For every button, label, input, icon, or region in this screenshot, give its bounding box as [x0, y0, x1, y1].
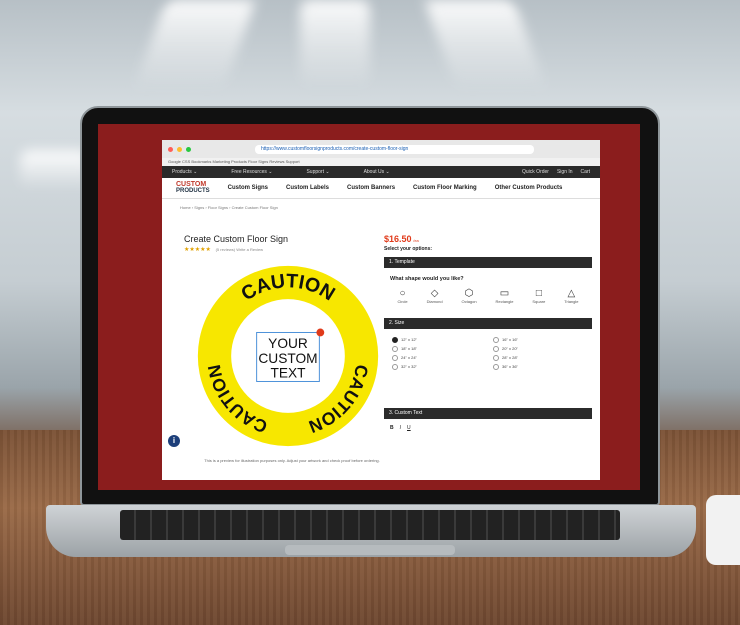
radio-icon: [392, 364, 398, 370]
price: $16.50: [384, 234, 412, 244]
sign-in-link[interactable]: Sign In: [557, 169, 573, 175]
ceiling-light: [300, 0, 370, 90]
underline-icon[interactable]: U: [407, 425, 411, 431]
breadcrumb: Home › Signs › Floor Signs › Create Cust…: [180, 205, 278, 210]
shape-options: ○ Circle ◇ Diamond ⬡ Octagon ▭ Rectangle □ Sq…: [384, 288, 592, 304]
topnav-about[interactable]: About Us ⌄: [364, 169, 390, 175]
shape-circle[interactable]: ○ Circle: [397, 288, 407, 304]
section-size[interactable]: 2. Size: [384, 318, 592, 329]
browser-window: https://www.customfloorsignproducts.com/…: [162, 140, 600, 480]
square-icon: □: [535, 288, 542, 299]
radio-selected-icon: [392, 337, 398, 343]
shape-question: What shape would you like?: [390, 276, 464, 282]
select-options-label: Select your options:: [384, 246, 433, 252]
radio-icon: [392, 355, 398, 361]
rating-stars: ★★★★★ (5 reviews) Write a Review: [184, 246, 263, 253]
section-template[interactable]: 1. Template: [384, 257, 592, 268]
triangle-icon: △: [567, 288, 576, 299]
ceiling-light: [133, 0, 257, 90]
italic-icon[interactable]: I: [400, 425, 401, 431]
octagon-icon: ⬡: [464, 288, 474, 299]
brand-line2: PRODUCTS: [176, 188, 210, 194]
options-panel: $16.50 /ea Select your options: 1. Templ…: [384, 234, 592, 437]
maximize-dot[interactable]: [186, 146, 191, 152]
text-toolbar: B I U: [384, 419, 592, 437]
address-bar[interactable]: https://www.customfloorsignproducts.com/…: [255, 144, 534, 154]
preview-disclaimer: This is a preview for illustration purpo…: [204, 458, 380, 463]
close-dot[interactable]: [168, 146, 173, 152]
custom-text-line1: YOUR: [268, 336, 308, 351]
nav-floor-marking[interactable]: Custom Floor Marking: [413, 185, 477, 191]
reviews-link[interactable]: (5 reviews) Write a Review: [216, 247, 264, 252]
ceiling-light: [423, 0, 547, 90]
main-nav: CUSTOM PRODUCTS Custom Signs Custom Labe…: [162, 178, 600, 199]
sign-preview[interactable]: CAUTION CAUTION CAUTION YOUR CUSTOM TEXT: [190, 258, 386, 454]
cart-link[interactable]: Cart: [581, 169, 590, 175]
topnav-resources[interactable]: Free Resources ⌄: [231, 169, 272, 175]
custom-text-line2: CUSTOM: [258, 351, 317, 366]
brand-line1: CUSTOM: [176, 181, 207, 188]
nav-custom-signs[interactable]: Custom Signs: [228, 185, 268, 191]
minimize-dot[interactable]: [177, 146, 182, 152]
top-nav: Products ⌄ Free Resources ⌄ Support ⌄ Ab…: [162, 166, 600, 178]
size-option[interactable]: 32" x 32": [392, 364, 483, 370]
size-option[interactable]: 16" x 16": [493, 337, 584, 343]
radio-icon: [493, 346, 499, 352]
topnav-products[interactable]: Products ⌄: [172, 169, 197, 175]
size-option[interactable]: 28" x 28": [493, 355, 584, 361]
radio-icon: [493, 355, 499, 361]
size-options: 12" x 12" 16" x 16" 18" x 18" 20" x 20" …: [384, 329, 592, 378]
size-option[interactable]: 24" x 24": [392, 355, 483, 361]
info-icon[interactable]: i: [168, 435, 180, 447]
shape-triangle[interactable]: △ Triangle: [564, 288, 578, 304]
size-option[interactable]: 12" x 12": [392, 337, 483, 343]
browser-toolbar: https://www.customfloorsignproducts.com/…: [162, 140, 600, 158]
price-unit: /ea: [413, 238, 419, 243]
size-option[interactable]: 20" x 20": [493, 346, 584, 352]
white-object: [706, 495, 740, 565]
radio-icon: [392, 346, 398, 352]
page-title: Create Custom Floor Sign: [184, 234, 289, 244]
keyboard: [120, 510, 620, 540]
diamond-icon: ◇: [430, 288, 439, 299]
stars-icon: ★★★★★: [184, 247, 211, 253]
rectangle-icon: ▭: [499, 288, 510, 299]
circle-icon: ○: [399, 288, 406, 299]
custom-text-line3: TEXT: [270, 366, 306, 381]
size-option[interactable]: 18" x 18": [392, 346, 483, 352]
topnav-support[interactable]: Support ⌄: [306, 169, 329, 175]
shape-square[interactable]: □ Square: [532, 288, 545, 304]
nav-custom-banners[interactable]: Custom Banners: [347, 185, 395, 191]
radio-icon: [493, 337, 499, 343]
section-custom-text[interactable]: 3. Custom Text: [384, 408, 592, 419]
size-option[interactable]: 36" x 36": [493, 364, 584, 370]
bookmarks-bar: Google CSS Bookmarks Marketing Products …: [162, 158, 600, 166]
brand-logo[interactable]: CUSTOM PRODUCTS: [176, 181, 210, 194]
shape-rectangle[interactable]: ▭ Rectangle: [495, 288, 513, 304]
bold-icon[interactable]: B: [390, 425, 394, 431]
nav-other-products[interactable]: Other Custom Products: [495, 185, 563, 191]
shape-diamond[interactable]: ◇ Diamond: [427, 288, 443, 304]
delete-text-icon[interactable]: [316, 328, 325, 337]
quick-order-link[interactable]: Quick Order: [522, 169, 549, 175]
trackpad: [285, 545, 455, 555]
nav-custom-labels[interactable]: Custom Labels: [286, 185, 329, 191]
radio-icon: [493, 364, 499, 370]
shape-octagon[interactable]: ⬡ Octagon: [461, 288, 476, 304]
